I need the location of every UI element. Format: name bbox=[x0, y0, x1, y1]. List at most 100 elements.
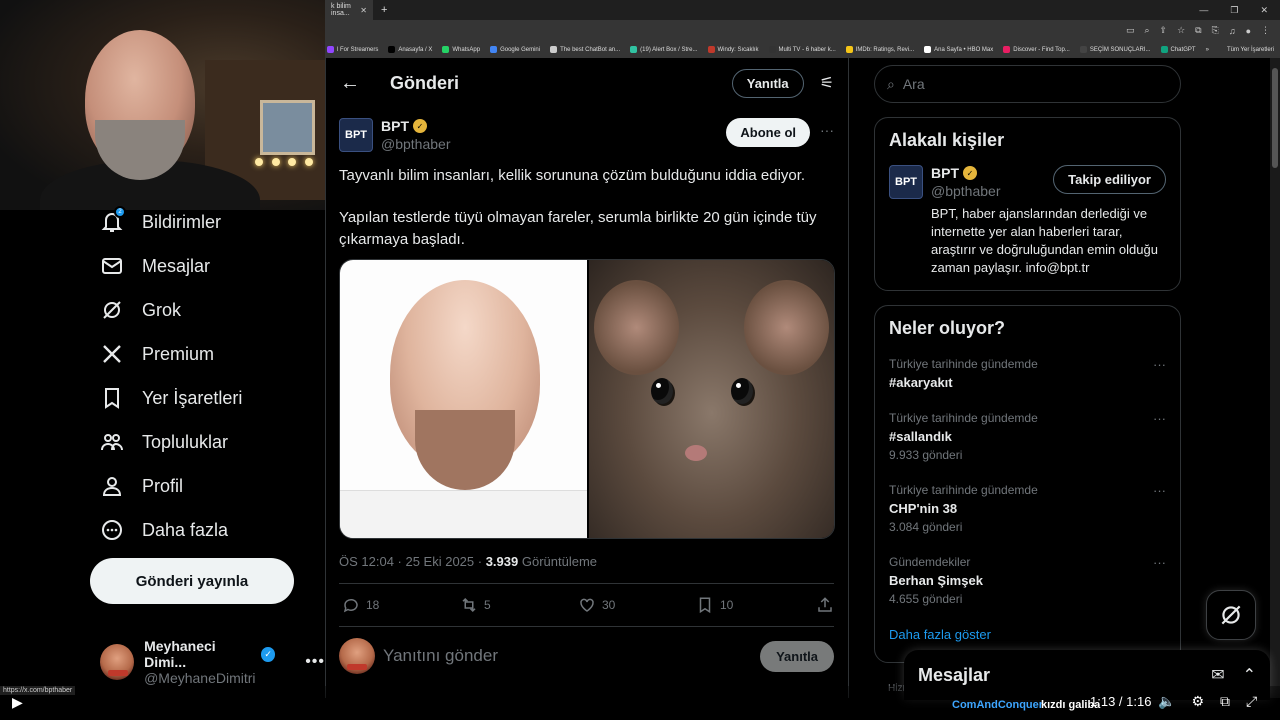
post-timestamp[interactable]: ÖS 12:04 · 25 Eki 2025 · bbox=[339, 554, 486, 569]
bookmark-label: Ana Sayfa • HBO Max bbox=[934, 46, 994, 53]
trend-more-icon[interactable]: ··· bbox=[1153, 483, 1166, 498]
nav-item-premium[interactable]: Premium bbox=[100, 342, 214, 366]
nav-item-bookmarks[interactable]: Yer İşaretleri bbox=[100, 386, 242, 410]
bookmark-action[interactable]: 10 bbox=[696, 596, 814, 614]
repost-icon bbox=[462, 597, 476, 613]
account-switcher[interactable]: Meyhaneci Dimi... ✓ @MeyhaneDimitri ••• bbox=[100, 638, 325, 686]
nav-item-messages[interactable]: Mesajlar bbox=[100, 254, 210, 278]
media-control-icon[interactable]: ♫ bbox=[1229, 26, 1236, 36]
related-people-card: Alakalı kişiler BPT BPT ✓ @bpthaber Taki… bbox=[874, 117, 1181, 291]
share-action[interactable] bbox=[816, 596, 834, 614]
trend-item[interactable]: Gündemdekiler Berhan Şimşek 4.655 gönder… bbox=[875, 555, 1180, 627]
reply-composer: Yanıtını gönder Yanıtla bbox=[339, 638, 834, 674]
bookmark-item[interactable]: ChatGPT bbox=[1160, 46, 1196, 53]
nav-label-notifications: Bildirimler bbox=[142, 211, 222, 232]
repost-action[interactable]: 5 bbox=[460, 596, 578, 614]
author-handle[interactable]: @bpthaber bbox=[381, 136, 450, 152]
trend-item[interactable]: Türkiye tarihinde gündemde #sallandık 9.… bbox=[875, 411, 1180, 483]
extensions-icon[interactable]: ⧉ bbox=[1195, 25, 1201, 36]
bookmark-item[interactable]: Anasayfa / X bbox=[388, 46, 432, 53]
bald-man-image[interactable] bbox=[340, 260, 587, 538]
play-icon[interactable]: ▶ bbox=[12, 694, 23, 711]
close-window-icon[interactable]: ✕ bbox=[1260, 5, 1268, 16]
related-person[interactable]: BPT BPT ✓ @bpthaber Takip ediliyor BPT, … bbox=[875, 151, 1180, 277]
post-paragraph: Yapılan testlerde tüyü olmayan fareler, … bbox=[339, 209, 817, 248]
profile-browser-icon[interactable]: ● bbox=[1246, 26, 1251, 36]
grok-floating-button[interactable] bbox=[1206, 590, 1256, 640]
post-media[interactable] bbox=[339, 259, 835, 539]
bookmark-favicon-icon bbox=[550, 46, 558, 53]
bookmark-item[interactable]: Discover - Find Top... bbox=[1003, 46, 1070, 53]
all-bookmarks-folder[interactable]: Tüm Yer İşaretleri bbox=[1227, 47, 1280, 53]
nav-item-more[interactable]: Daha fazla bbox=[100, 518, 228, 542]
related-bio: BPT, haber ajanslarından derlediği ve in… bbox=[931, 206, 1158, 275]
reply-input[interactable]: Yanıtını gönder bbox=[383, 646, 498, 666]
bookmarks-overflow-icon[interactable]: » bbox=[1206, 47, 1217, 53]
bookmark-favicon-icon bbox=[1003, 46, 1011, 53]
share-page-icon[interactable]: ⇪ bbox=[1160, 25, 1168, 36]
miniplayer-icon[interactable]: ⧉ bbox=[1220, 693, 1230, 710]
trend-item[interactable]: Türkiye tarihinde gündemde #akaryakıt ··… bbox=[875, 357, 1180, 411]
search-placeholder: Ara bbox=[902, 76, 925, 92]
bookmark-label: Multi TV - 6 haber k... bbox=[778, 46, 836, 53]
trend-tag: #sallandık bbox=[889, 429, 952, 444]
mouse-image[interactable] bbox=[589, 260, 834, 538]
browser-tab-active[interactable]: k bilim insa... ✕ bbox=[325, 0, 373, 20]
maximize-icon[interactable]: ❐ bbox=[1230, 5, 1238, 16]
bookmark-label: ChatGPT bbox=[1170, 46, 1196, 53]
fullscreen-icon[interactable]: ⤢ bbox=[1246, 693, 1257, 710]
sliders-icon[interactable]: ⚟ bbox=[820, 73, 834, 93]
trend-more-icon[interactable]: ··· bbox=[1153, 411, 1166, 426]
bookmark-favicon-icon bbox=[707, 46, 715, 53]
settings-gear-icon[interactable]: ⚙ bbox=[1191, 693, 1204, 710]
tab-close-icon[interactable]: ✕ bbox=[360, 6, 367, 15]
author-avatar[interactable]: BPT bbox=[339, 118, 373, 152]
minimize-icon[interactable]: — bbox=[1199, 5, 1208, 16]
search-input[interactable]: ⌕ Ara bbox=[874, 65, 1181, 103]
following-button[interactable]: Takip ediliyor bbox=[1053, 165, 1166, 194]
show-more-link[interactable]: Daha fazla göster bbox=[875, 627, 1180, 642]
volume-icon[interactable]: 🔈 bbox=[1158, 693, 1175, 710]
messages-title: Mesajlar bbox=[918, 664, 991, 685]
bookmark-item[interactable]: Windy: Sıcaklık bbox=[707, 46, 759, 53]
subscribe-button[interactable]: Abone ol bbox=[726, 118, 810, 147]
post-more-icon[interactable]: ··· bbox=[820, 122, 834, 138]
bookmark-favicon-icon bbox=[924, 46, 932, 53]
star-icon[interactable]: ☆ bbox=[1177, 25, 1185, 36]
bookmark-item[interactable]: IMDb: Ratings, Revi... bbox=[845, 46, 914, 53]
page-scrollbar[interactable] bbox=[1270, 58, 1280, 698]
mail-icon bbox=[102, 258, 122, 274]
browser-menu-icon[interactable]: ⋮ bbox=[1261, 25, 1270, 36]
avatar bbox=[339, 638, 375, 674]
bookmark-item[interactable]: Multi TV - 6 haber k... bbox=[768, 46, 836, 53]
back-arrow-icon[interactable]: ← bbox=[340, 72, 360, 95]
account-more-icon[interactable]: ••• bbox=[305, 653, 325, 671]
bookmark-item[interactable]: Ana Sayfa • HBO Max bbox=[924, 46, 993, 53]
nav-item-grok[interactable]: Grok bbox=[100, 298, 181, 322]
zoom-icon[interactable]: ⌕ bbox=[1145, 25, 1150, 36]
trend-item[interactable]: Türkiye tarihinde gündemde CHP'nin 38 3.… bbox=[875, 483, 1180, 555]
trend-more-icon[interactable]: ··· bbox=[1153, 357, 1166, 372]
related-avatar[interactable]: BPT bbox=[889, 165, 923, 199]
author-name-row[interactable]: BPT ✓ bbox=[381, 118, 450, 134]
reply-action[interactable]: 18 bbox=[342, 596, 460, 614]
tab-search-icon[interactable]: ⎘ bbox=[1212, 25, 1219, 36]
scrollbar-thumb[interactable] bbox=[1272, 68, 1278, 168]
nav-item-communities[interactable]: Topluluklar bbox=[100, 430, 228, 454]
like-action[interactable]: 30 bbox=[578, 596, 696, 614]
bookmark-item[interactable]: l For Streamers bbox=[327, 46, 378, 53]
reply-header-button[interactable]: Yanıtla bbox=[731, 68, 804, 98]
bookmark-item[interactable]: Google Gemini bbox=[490, 46, 540, 53]
trend-more-icon[interactable]: ··· bbox=[1153, 555, 1166, 570]
cast-icon[interactable]: ▭ bbox=[1126, 25, 1135, 36]
bookmark-item[interactable]: (19) Alert Box / Stre... bbox=[630, 46, 698, 53]
new-tab-icon[interactable]: + bbox=[381, 4, 387, 16]
nav-item-profile[interactable]: Profil bbox=[100, 474, 183, 498]
bookmark-item[interactable]: WhatsApp bbox=[442, 46, 480, 53]
post-button[interactable]: Gönderi yayınla bbox=[90, 558, 294, 604]
new-message-icon[interactable]: ✉ bbox=[1211, 665, 1224, 685]
bookmark-item[interactable]: The best ChatBot an... bbox=[550, 46, 620, 53]
bookmark-item[interactable]: SEÇİM SONUÇLARI... bbox=[1079, 46, 1151, 53]
reply-submit-button[interactable]: Yanıtla bbox=[760, 640, 834, 672]
expand-up-icon[interactable]: ⌃ bbox=[1243, 665, 1256, 685]
